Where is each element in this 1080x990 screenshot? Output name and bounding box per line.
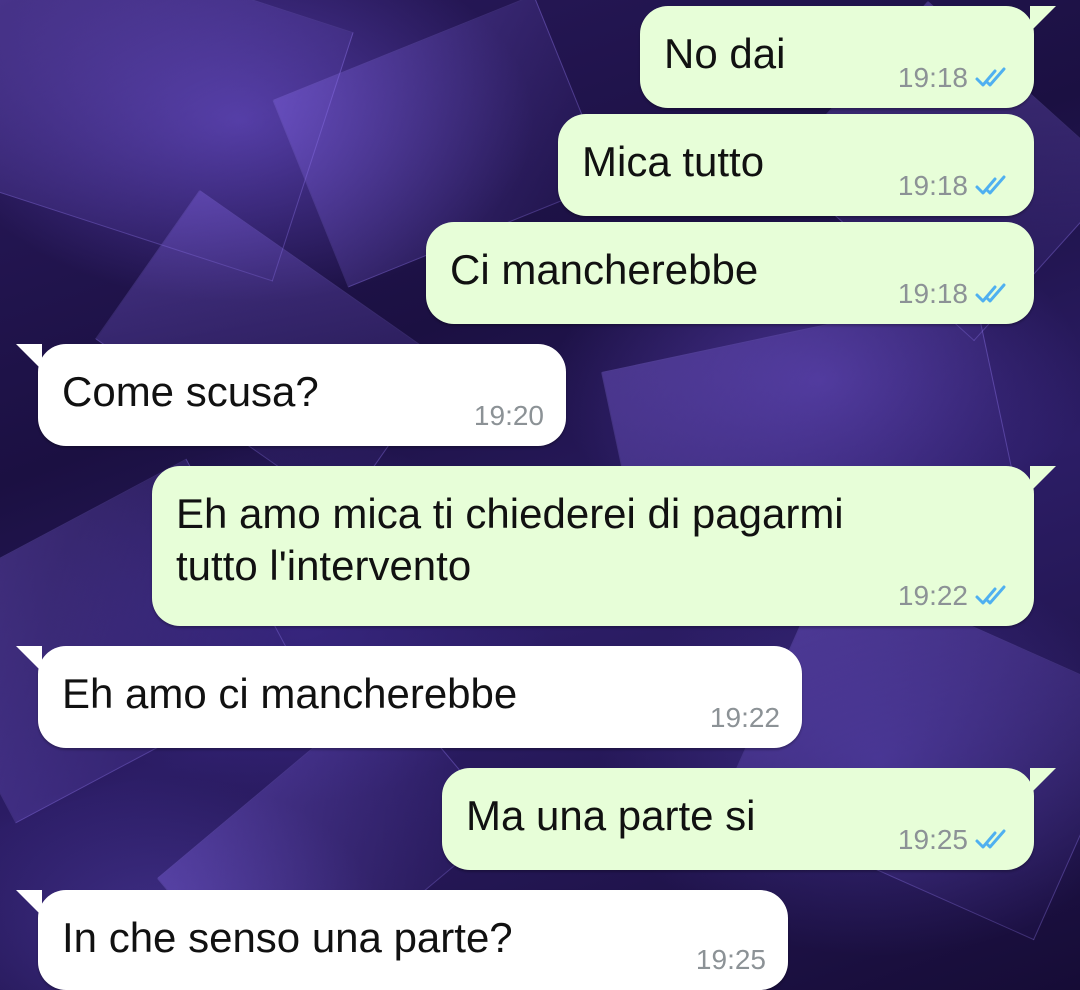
message-time: 19:22	[897, 580, 968, 611]
read-double-check-icon	[975, 175, 1006, 195]
read-double-check-icon	[975, 829, 1006, 849]
message-time: 19:18	[897, 170, 968, 201]
message-text: Eh amo mica ti chiederei di pagarmi tutt…	[176, 490, 844, 589]
message-meta: 19:25	[898, 824, 1012, 856]
message-meta: 19:22	[898, 580, 1012, 612]
message-meta: 19:18	[898, 62, 1012, 94]
outgoing-message[interactable]: Mica tutto 19:18	[558, 114, 1034, 216]
message-time: 19:25	[897, 824, 968, 855]
message-text: Ma una parte si	[466, 792, 756, 839]
outgoing-message[interactable]: Eh amo mica ti chiederei di pagarmi tutt…	[152, 466, 1056, 626]
message-text: Come scusa?	[62, 368, 319, 415]
message-list[interactable]: No dai 19:18 Mica tutto 19:18 Ci mancher…	[0, 0, 1080, 990]
message-time: 19:25	[695, 944, 766, 975]
read-double-check-icon	[975, 585, 1006, 605]
outgoing-message[interactable]: Ma una parte si 19:25	[442, 768, 1056, 870]
read-double-check-icon	[975, 283, 1006, 303]
message-time: 19:22	[709, 702, 780, 733]
message-time: 19:20	[473, 400, 544, 431]
message-text: No dai	[664, 30, 786, 77]
message-time: 19:18	[897, 62, 968, 93]
message-meta: 19:18	[898, 170, 1012, 202]
message-text: Mica tutto	[582, 138, 765, 185]
message-text: In che senso una parte?	[62, 914, 513, 961]
incoming-message[interactable]: Eh amo ci mancherebbe 19:22	[16, 646, 802, 748]
outgoing-message[interactable]: Ci mancherebbe 19:18	[426, 222, 1034, 324]
incoming-message[interactable]: In che senso una parte? 19:25	[16, 890, 788, 990]
message-meta: 19:22	[710, 702, 780, 734]
outgoing-message[interactable]: No dai 19:18	[640, 6, 1056, 108]
message-meta: 19:18	[898, 278, 1012, 310]
message-text: Eh amo ci mancherebbe	[62, 670, 518, 717]
message-text: Ci mancherebbe	[450, 246, 759, 293]
message-meta: 19:20	[474, 400, 544, 432]
incoming-message[interactable]: Come scusa? 19:20	[16, 344, 566, 446]
read-double-check-icon	[975, 67, 1006, 87]
message-time: 19:18	[897, 278, 968, 309]
message-meta: 19:25	[696, 944, 766, 976]
